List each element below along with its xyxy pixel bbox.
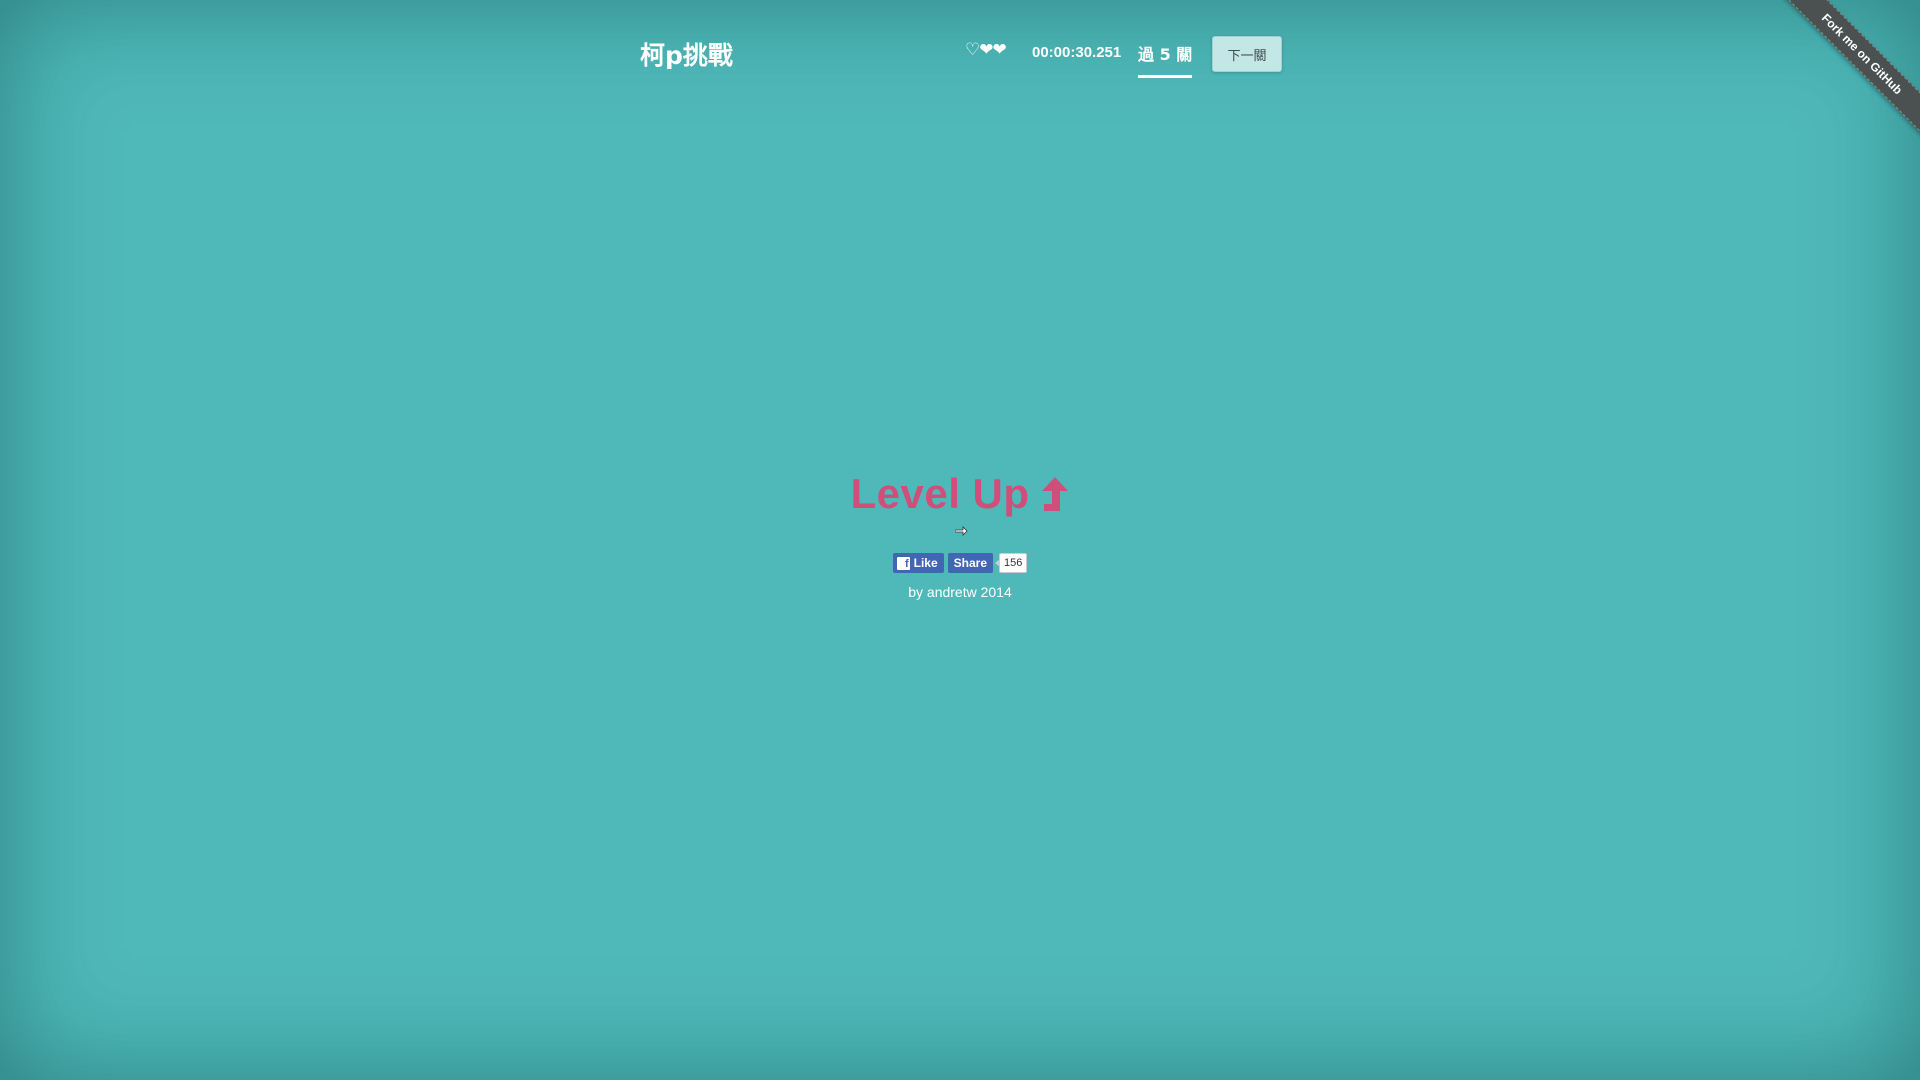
author-credit: by andretw 2014 [908, 584, 1012, 600]
facebook-like-count: 156 [994, 553, 1028, 573]
brand-title[interactable]: 柯p挑戰 [640, 36, 733, 72]
facebook-like-button[interactable]: f Like [892, 553, 944, 573]
background-vignette [0, 0, 1920, 1080]
github-ribbon: Fork me on GitHub [1771, 0, 1920, 149]
level-up-text: Level Up [850, 470, 1030, 517]
up-arrow-icon [1041, 477, 1068, 511]
level-up-heading: Level Up [850, 470, 1069, 518]
facebook-logo-icon: f [896, 556, 910, 570]
game-timer: 00:00:30.251 [1032, 44, 1122, 61]
facebook-like-label: Like [913, 556, 938, 570]
lives-hearts-icon: ♡❤❤ [965, 40, 1007, 60]
facebook-social-plugin: f Like Share 156 [0, 553, 1920, 573]
level-up-message: Level Up [0, 470, 1920, 518]
fork-on-github-link[interactable]: Fork me on GitHub [1774, 0, 1920, 142]
tab-levels-passed[interactable]: 過 5 關 [1138, 41, 1193, 78]
mouse-cursor-icon [955, 526, 968, 536]
facebook-share-button[interactable]: Share [947, 553, 993, 573]
next-level-button[interactable]: 下一關 [1212, 36, 1282, 72]
top-navbar: 柯p挑戰 ♡❤❤ 00:00:30.251 過 5 關 下一關 [0, 0, 1920, 106]
